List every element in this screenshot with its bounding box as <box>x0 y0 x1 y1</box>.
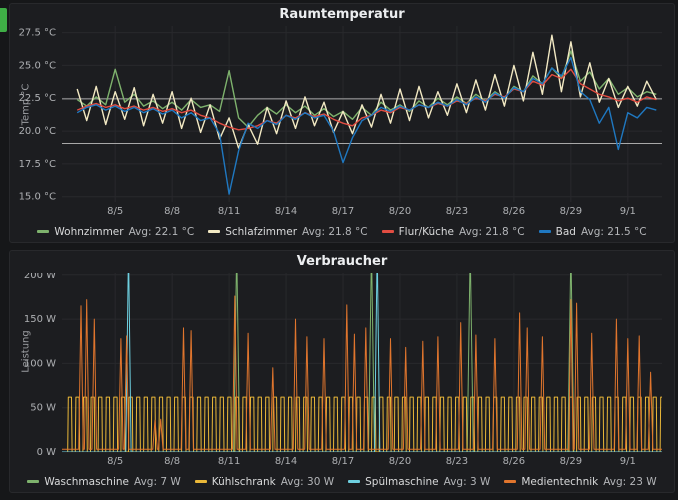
tick-label: 50 W <box>30 403 56 414</box>
tick-label: 15.0 °C <box>19 192 56 203</box>
tick-label: 27.5 °C <box>19 28 56 39</box>
power-chart-plot[interactable]: 0 W 50 W 100 W 150 W 200 W 8/5 8/8 8/11 8/14 8/17… <box>18 273 668 468</box>
chart-svg: 0 W 50 W 100 W 150 W 200 W 8/5 8/8 8/11 8/14 8/17… <box>18 273 668 468</box>
tick-label: 9/1 <box>620 456 636 467</box>
legend-color-mark <box>382 230 394 233</box>
tick-label: 8/11 <box>218 456 240 467</box>
tick-label: 8/17 <box>332 456 354 467</box>
tick-label: 8/23 <box>446 456 468 467</box>
legend-item-flur-k-che[interactable]: Flur/Küche Avg: 21.8 °C <box>382 226 525 238</box>
tick-label: 8/26 <box>503 456 525 467</box>
legend-series-avg: Avg: 30 W <box>281 476 334 488</box>
legend-series-name: Wohnzimmer <box>54 226 123 238</box>
legend-color-mark <box>348 480 360 483</box>
tick-label: 8/23 <box>446 206 468 217</box>
legend-series-avg: Avg: 3 W <box>444 476 491 488</box>
legend-series-avg: Avg: 23 W <box>603 476 656 488</box>
tick-label: 100 W <box>24 358 56 369</box>
temperature-chart-legend: Wohnzimmer Avg: 22.1 °C Schlafzimmer Avg: 2… <box>10 223 674 240</box>
tick-label: 8/8 <box>164 456 180 467</box>
tick-label: 8/29 <box>560 456 582 467</box>
tick-label: 8/11 <box>218 206 240 217</box>
legend-series-name: Spülmaschine <box>365 476 439 488</box>
tick-label: 8/26 <box>503 206 525 217</box>
legend-item-k-hlschrank[interactable]: Kühlschrank Avg: 30 W <box>195 476 334 488</box>
tick-label: 8/20 <box>389 206 411 217</box>
series-bad <box>77 58 656 195</box>
legend-series-name: Schlafzimmer <box>225 226 297 238</box>
legend-item-waschmaschine[interactable]: Waschmaschine Avg: 7 W <box>27 476 180 488</box>
panel-verbraucher: Verbraucher Leistung 0 W50 W100 W150 W20… <box>9 250 675 493</box>
legend-color-mark <box>27 480 39 483</box>
tick-label: 8/5 <box>107 206 123 217</box>
legend-series-name: Waschmaschine <box>44 476 129 488</box>
tick-label: 20.0 °C <box>19 126 56 137</box>
tick-label: 150 W <box>24 314 56 325</box>
tick-label: 8/14 <box>275 206 297 217</box>
chart-svg: 15.0 °C 17.5 °C 20.0 °C 22.5 °C 25.0 °C 27.5 … <box>18 26 668 218</box>
legend-series-avg: Avg: 7 W <box>134 476 181 488</box>
tick-label: 22.5 °C <box>19 93 56 104</box>
panel-raumtemperatur: Raumtemperatur Temp °C 15.0 °C17.5 °C20.… <box>9 3 675 243</box>
tick-label: 8/5 <box>107 456 123 467</box>
legend-series-name: Medientechnik <box>521 476 598 488</box>
legend-item-wohnzimmer[interactable]: Wohnzimmer Avg: 22.1 °C <box>37 226 194 238</box>
panel-title-verbraucher[interactable]: Verbraucher <box>10 251 674 272</box>
legend-color-mark <box>539 230 551 233</box>
legend-series-name: Bad <box>556 226 576 238</box>
legend-series-avg: Avg: 22.1 °C <box>129 226 195 238</box>
tick-label: 25.0 °C <box>19 60 56 71</box>
legend-color-mark <box>195 480 207 483</box>
row-collapse-strip[interactable] <box>0 8 7 32</box>
legend-series-avg: Avg: 21.8 °C <box>302 226 368 238</box>
legend-color-mark <box>504 480 516 483</box>
legend-series-name: Flur/Küche <box>399 226 454 238</box>
tick-label: 0 W <box>37 447 57 458</box>
legend-item-bad[interactable]: Bad Avg: 21.5 °C <box>539 226 647 238</box>
legend-series-avg: Avg: 21.8 °C <box>459 226 525 238</box>
temperature-chart-plot[interactable]: 15.0 °C 17.5 °C 20.0 °C 22.5 °C 25.0 °C 27.5 … <box>18 26 668 218</box>
tick-label: 8/8 <box>164 206 180 217</box>
legend-series-avg: Avg: 21.5 °C <box>581 226 647 238</box>
legend-item-medientechnik[interactable]: Medientechnik Avg: 23 W <box>504 476 656 488</box>
legend-item-sp-lmaschine[interactable]: Spülmaschine Avg: 3 W <box>348 476 490 488</box>
tick-label: 8/29 <box>560 206 582 217</box>
power-chart-legend: Waschmaschine Avg: 7 W Kühlschrank Avg: 30 … <box>10 473 674 490</box>
tick-label: 8/17 <box>332 206 354 217</box>
tick-label: 8/14 <box>275 456 297 467</box>
tick-label: 200 W <box>24 273 56 281</box>
legend-series-name: Kühlschrank <box>212 476 276 488</box>
tick-label: 8/20 <box>389 456 411 467</box>
tick-label: 9/1 <box>620 206 636 217</box>
tick-label: 17.5 °C <box>19 159 56 170</box>
legend-color-mark <box>208 230 220 233</box>
legend-item-schlafzimmer[interactable]: Schlafzimmer Avg: 21.8 °C <box>208 226 367 238</box>
legend-color-mark <box>37 230 49 233</box>
panel-title-raumtemperatur[interactable]: Raumtemperatur <box>10 4 674 25</box>
